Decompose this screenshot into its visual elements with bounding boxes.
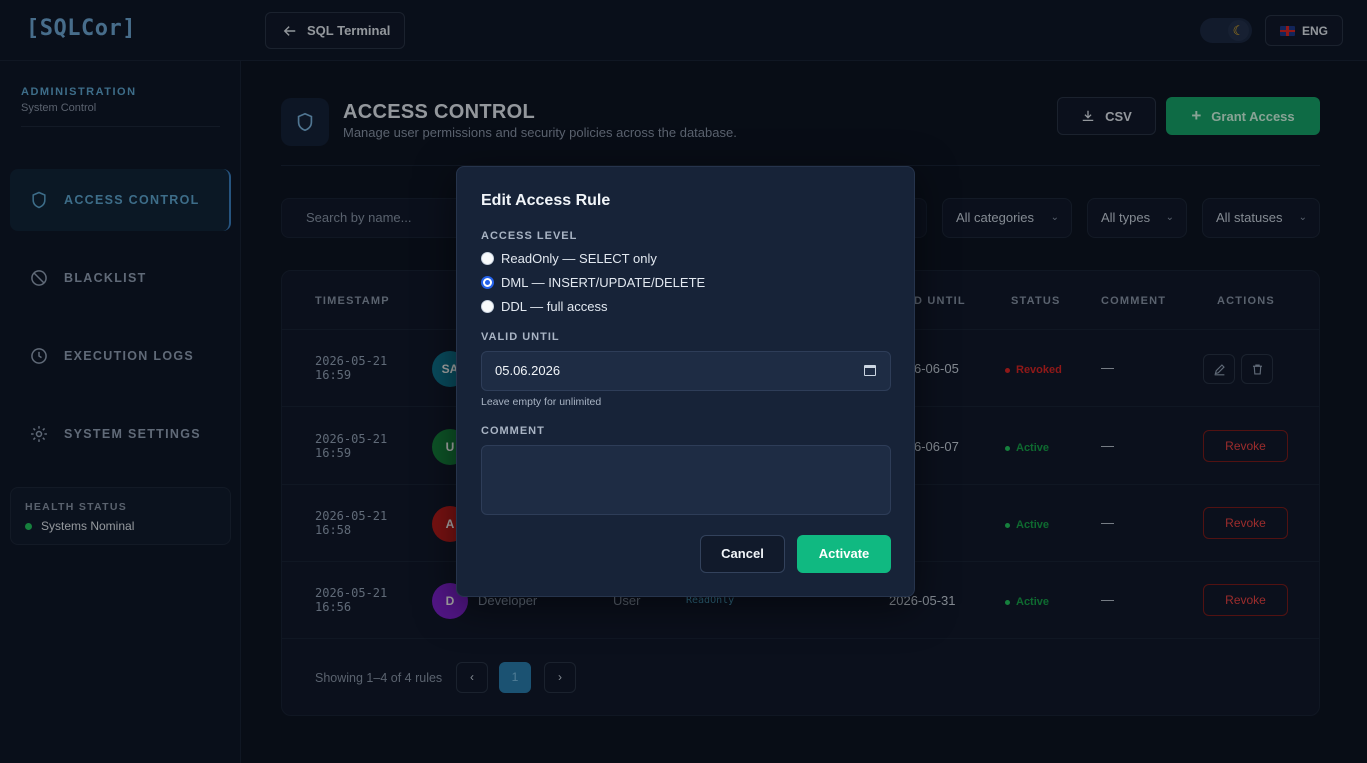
edit-access-rule-dialog: Edit Access Rule ACCESS LEVEL ReadOnly —… bbox=[456, 166, 915, 597]
access-level-option-ddl[interactable]: DDL — full access bbox=[481, 299, 607, 314]
radio-button[interactable] bbox=[481, 252, 494, 265]
option-label: DML — INSERT/UPDATE/DELETE bbox=[501, 275, 706, 290]
app-root: [SQLCor] SQL Terminal ☾ ENG ADMINISTRATI… bbox=[0, 0, 1367, 763]
valid-until-date-input[interactable]: 05.06.2026 bbox=[481, 351, 891, 391]
dialog-title: Edit Access Rule bbox=[481, 192, 611, 209]
access-level-option-readonly[interactable]: ReadOnly — SELECT only bbox=[481, 251, 657, 266]
option-label: DDL — full access bbox=[501, 299, 608, 314]
valid-until-hint: Leave empty for unlimited bbox=[481, 396, 602, 408]
cancel-button[interactable]: Cancel bbox=[700, 535, 785, 573]
activate-button[interactable]: Activate bbox=[797, 535, 891, 573]
comment-textarea[interactable] bbox=[481, 445, 891, 515]
option-label: ReadOnly — SELECT only bbox=[501, 251, 657, 266]
calendar-icon[interactable] bbox=[864, 365, 876, 376]
radio-button[interactable] bbox=[481, 300, 494, 313]
radio-button-checked[interactable] bbox=[481, 276, 494, 289]
date-value: 05.06.2026 bbox=[495, 363, 561, 378]
access-level-label: ACCESS LEVEL bbox=[481, 230, 578, 242]
access-level-option-dml[interactable]: DML — INSERT/UPDATE/DELETE bbox=[481, 275, 705, 290]
comment-label: COMMENT bbox=[481, 425, 545, 437]
valid-until-label: VALID UNTIL bbox=[481, 331, 560, 343]
